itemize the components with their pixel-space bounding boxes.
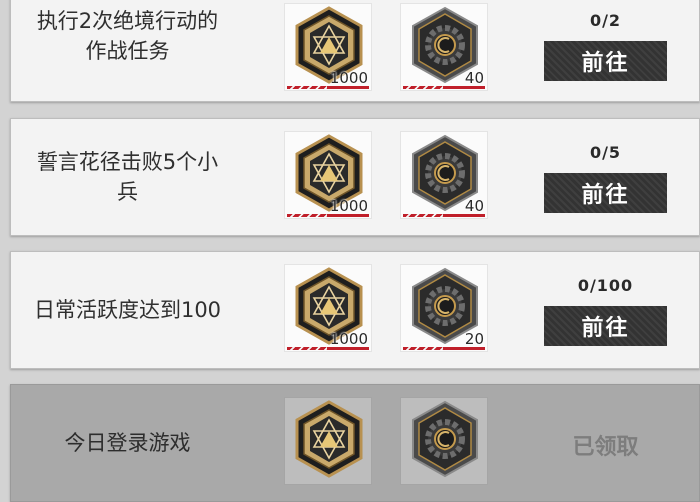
rarity-stripe xyxy=(403,86,485,89)
task-progress: 0/5 xyxy=(589,143,622,162)
task-row-completed: 今日登录游戏 已领取 xyxy=(10,384,700,502)
reward-slot-medal[interactable]: 1000 xyxy=(284,264,372,352)
reward-quantity: 40 xyxy=(464,197,484,215)
go-button[interactable]: 前往 xyxy=(544,173,667,213)
task-list: 执行2次绝境行动的 作战任务 1000 40 0/2 前往 誓言花径击败5个小 … xyxy=(0,0,700,502)
reward-slot-gear xyxy=(400,397,488,485)
reward-slot-gear[interactable]: 40 xyxy=(400,3,488,91)
task-title: 誓言花径击败5个小 兵 xyxy=(36,150,219,204)
reward-slot-medal[interactable]: 1000 xyxy=(284,131,372,219)
go-button[interactable]: 前往 xyxy=(544,306,667,346)
reward-slot-medal[interactable]: 1000 xyxy=(284,3,372,91)
task-title: 日常活跃度达到100 xyxy=(33,298,222,322)
task-progress: 0/100 xyxy=(577,276,634,295)
dark-gear-token-icon xyxy=(412,400,478,478)
go-button[interactable]: 前往 xyxy=(544,41,667,81)
rarity-stripe xyxy=(287,347,369,350)
task-title: 今日登录游戏 xyxy=(64,431,191,455)
reward-quantity: 1000 xyxy=(329,69,368,87)
task-progress: 0/2 xyxy=(589,11,622,30)
reward-quantity: 40 xyxy=(464,69,484,87)
reward-slot-medal xyxy=(284,397,372,485)
task-title: 执行2次绝境行动的 作战任务 xyxy=(36,9,219,63)
rarity-stripe xyxy=(287,214,369,217)
rarity-stripe xyxy=(403,347,485,350)
reward-quantity: 1000 xyxy=(329,197,368,215)
reward-slot-gear[interactable]: 40 xyxy=(400,131,488,219)
reward-slot-gear[interactable]: 20 xyxy=(400,264,488,352)
task-row: 执行2次绝境行动的 作战任务 1000 40 0/2 前往 xyxy=(10,0,700,102)
task-row: 誓言花径击败5个小 兵 1000 40 0/5 前往 xyxy=(10,118,700,236)
gold-hexagram-medal-icon xyxy=(295,400,363,478)
claimed-status-label: 已领取 xyxy=(572,435,639,460)
task-row: 日常活跃度达到100 1000 20 0/100 前往 xyxy=(10,251,700,369)
reward-quantity: 1000 xyxy=(329,330,368,348)
rarity-stripe xyxy=(287,86,369,89)
reward-quantity: 20 xyxy=(464,330,484,348)
rarity-stripe xyxy=(403,214,485,217)
